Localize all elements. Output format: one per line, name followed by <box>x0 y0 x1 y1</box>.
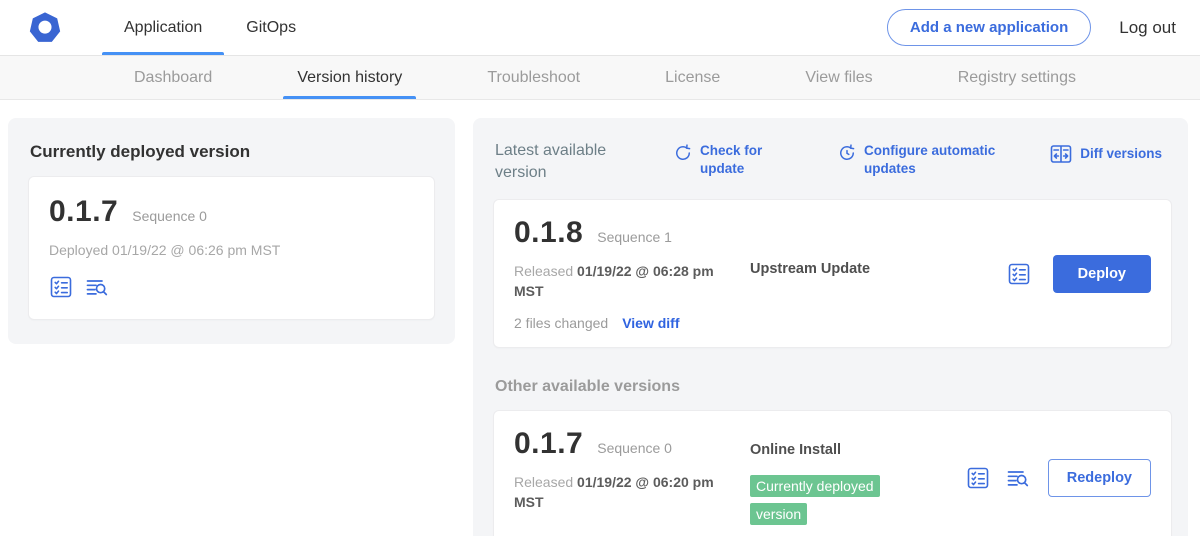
app-logo[interactable] <box>28 0 62 55</box>
latest-source-label: Upstream Update <box>750 261 870 277</box>
diff-versions-link[interactable]: Diff versions <box>1049 142 1162 166</box>
preflight-checklist-icon[interactable] <box>1007 262 1031 286</box>
currently-deployed-title: Currently deployed version <box>30 142 435 162</box>
kots-logo-icon <box>28 11 62 45</box>
check-for-update-label: Check for update <box>700 142 801 177</box>
configure-automatic-updates-label: Configure automatic updates <box>864 142 1027 177</box>
other-available-versions-heading: Other available versions <box>495 378 1172 396</box>
subnav-item-dashboard[interactable]: Dashboard <box>120 56 226 99</box>
deploy-button[interactable]: Deploy <box>1053 255 1151 293</box>
available-versions-header: Latest available version Check for updat… <box>495 140 1168 183</box>
deployed-version-card: 0.1.7 Sequence 0 Deployed 01/19/22 @ 06:… <box>28 176 435 320</box>
preflight-checklist-icon[interactable] <box>966 466 990 490</box>
latest-sequence-label: Sequence 1 <box>597 229 672 245</box>
latest-available-title: Latest available version <box>495 140 647 183</box>
subnav-item-license[interactable]: License <box>651 56 734 99</box>
latest-released-date: Released 01/19/22 @ 06:28 pm MST <box>514 262 732 301</box>
check-for-update-link[interactable]: Check for update <box>673 142 801 177</box>
refresh-icon <box>673 143 693 163</box>
currently-deployed-badge: Currently deployed version <box>750 475 880 524</box>
diff-icon <box>1049 142 1073 166</box>
currently-deployed-panel: Currently deployed version 0.1.7 Sequenc… <box>8 118 455 344</box>
view-logs-icon[interactable] <box>85 275 109 299</box>
deployed-sequence-label: Sequence 0 <box>132 208 207 224</box>
files-changed-label: 2 files changed <box>514 315 608 331</box>
version-history-page: Currently deployed version 0.1.7 Sequenc… <box>0 100 1200 536</box>
latest-version-number: 0.1.8 <box>514 216 583 250</box>
view-diff-link[interactable]: View diff <box>622 315 679 331</box>
other-version-number: 0.1.7 <box>514 427 583 461</box>
other-released-date: Released 01/19/22 @ 06:20 pm MST <box>514 473 732 512</box>
view-logs-icon[interactable] <box>1006 466 1030 490</box>
tab-application[interactable]: Application <box>102 0 224 55</box>
available-versions-panel: Latest available version Check for updat… <box>473 118 1188 536</box>
other-source-label: Online Install <box>750 442 841 458</box>
other-version-card: 0.1.7 Sequence 0 Released 01/19/22 @ 06:… <box>493 410 1172 536</box>
top-navbar: Application GitOps Add a new application… <box>0 0 1200 56</box>
top-tabs: Application GitOps <box>102 0 318 55</box>
preflight-checklist-icon[interactable] <box>49 275 73 299</box>
latest-version-card: 0.1.8 Sequence 1 Released 01/19/22 @ 06:… <box>493 199 1172 348</box>
app-subnav: Dashboard Version history Troubleshoot L… <box>0 56 1200 100</box>
deployed-version-number: 0.1.7 <box>49 195 118 229</box>
tab-gitops[interactable]: GitOps <box>224 0 318 55</box>
subnav-item-version-history[interactable]: Version history <box>283 56 416 99</box>
subnav-item-registry-settings[interactable]: Registry settings <box>944 56 1090 99</box>
subnav-item-troubleshoot[interactable]: Troubleshoot <box>473 56 594 99</box>
topnav-right: Add a new application Log out <box>887 0 1176 55</box>
schedule-update-icon <box>837 143 857 163</box>
redeploy-button[interactable]: Redeploy <box>1048 459 1151 497</box>
subnav-item-view-files[interactable]: View files <box>791 56 886 99</box>
diff-versions-label: Diff versions <box>1080 145 1162 163</box>
other-sequence-label: Sequence 0 <box>597 440 672 456</box>
configure-automatic-updates-link[interactable]: Configure automatic updates <box>837 142 1027 177</box>
logout-link[interactable]: Log out <box>1119 18 1176 38</box>
add-new-application-button[interactable]: Add a new application <box>887 9 1091 46</box>
deployed-date: Deployed 01/19/22 @ 06:26 pm MST <box>49 241 414 261</box>
